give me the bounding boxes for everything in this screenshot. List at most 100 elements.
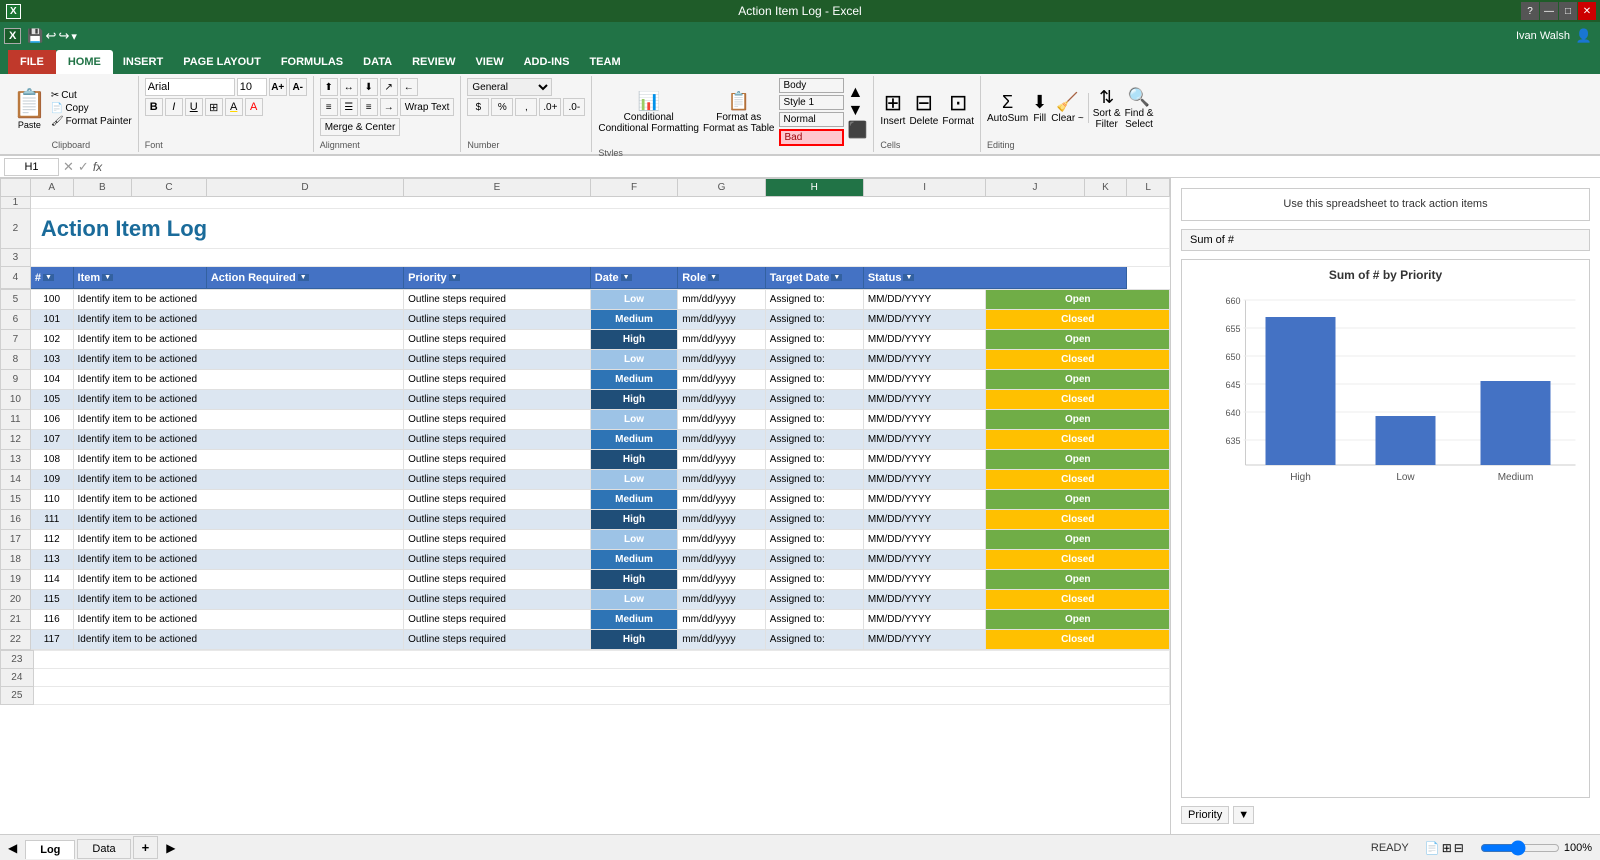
cell-date[interactable]: mm/dd/yyyy <box>678 570 765 590</box>
cell-date[interactable]: mm/dd/yyyy <box>678 350 765 370</box>
tab-addins[interactable]: ADD-INS <box>514 50 580 74</box>
cell-num[interactable]: 108 <box>30 450 73 470</box>
cell-item[interactable]: Identify item to be actioned <box>73 410 404 430</box>
bad-style[interactable]: Bad <box>779 129 844 146</box>
find-select-btn[interactable]: 🔍 Find & Select <box>1125 87 1154 130</box>
cell-item[interactable]: Identify item to be actioned <box>73 470 404 490</box>
cell-priority[interactable]: High <box>590 450 677 470</box>
zoom-slider[interactable] <box>1480 843 1560 853</box>
priority-dropdown-icon[interactable]: ▼ <box>1233 806 1254 824</box>
undo-icon[interactable]: ↩ <box>46 28 57 44</box>
restore-btn[interactable]: □ <box>1559 2 1577 20</box>
cell-num[interactable]: 104 <box>30 370 73 390</box>
col-header-l[interactable]: L <box>1127 179 1170 197</box>
cell-date[interactable]: mm/dd/yyyy <box>678 330 765 350</box>
cell-target-date[interactable]: MM/DD/YYYY <box>863 350 986 370</box>
cell-role[interactable]: Assigned to: <box>765 490 863 510</box>
cell-priority[interactable]: High <box>590 510 677 530</box>
cell-priority[interactable]: Medium <box>590 490 677 510</box>
merge-center-btn[interactable]: Merge & Center <box>320 118 401 136</box>
cell-date[interactable]: mm/dd/yyyy <box>678 290 765 310</box>
cell-target-date[interactable]: MM/DD/YYYY <box>863 330 986 350</box>
cell-action[interactable]: Outline steps required <box>404 590 591 610</box>
paste-button[interactable]: 📋 Paste <box>10 85 49 132</box>
cell-role[interactable]: Assigned to: <box>765 610 863 630</box>
cell-action[interactable]: Outline steps required <box>404 630 591 650</box>
font-increase-btn[interactable]: A+ <box>269 78 287 96</box>
cell-status[interactable]: Closed <box>986 390 1170 410</box>
cell-role[interactable]: Assigned to: <box>765 450 863 470</box>
cell-status[interactable]: Open <box>986 610 1170 630</box>
conditional-formatting-btn[interactable]: 📊 Conditional Conditional Formatting <box>598 91 699 134</box>
tab-review[interactable]: REVIEW <box>402 50 465 74</box>
cell-item[interactable]: Identify item to be actioned <box>73 390 404 410</box>
cell-date[interactable]: mm/dd/yyyy <box>678 450 765 470</box>
orient-btn[interactable]: ↗ <box>380 78 398 96</box>
cell-num[interactable]: 106 <box>30 410 73 430</box>
cell-date[interactable]: mm/dd/yyyy <box>678 310 765 330</box>
minimize-btn[interactable]: — <box>1540 2 1558 20</box>
col-header-b[interactable]: B <box>73 179 132 197</box>
cell-action[interactable]: Outline steps required <box>404 450 591 470</box>
body-style[interactable]: Body <box>779 78 844 93</box>
nav-right-btn[interactable]: ▶ <box>166 841 175 855</box>
cell-priority[interactable]: Medium <box>590 370 677 390</box>
cell-priority[interactable]: Low <box>590 350 677 370</box>
add-sheet-btn[interactable]: + <box>133 836 159 859</box>
outdent-btn[interactable]: → <box>380 98 398 116</box>
cell-num[interactable]: 113 <box>30 550 73 570</box>
cell-target-date[interactable]: MM/DD/YYYY <box>863 530 986 550</box>
cell-priority[interactable]: High <box>590 330 677 350</box>
cell-role[interactable]: Assigned to: <box>765 330 863 350</box>
col-header-e[interactable]: E <box>404 179 591 197</box>
cell-role[interactable]: Assigned to: <box>765 550 863 570</box>
currency-btn[interactable]: $ <box>467 98 489 116</box>
cell-status[interactable]: Closed <box>986 510 1170 530</box>
col-header-d[interactable]: D <box>206 179 403 197</box>
col-header-k[interactable]: K <box>1084 179 1127 197</box>
cell-date[interactable]: mm/dd/yyyy <box>678 490 765 510</box>
align-bottom-btn[interactable]: ⬇ <box>360 78 378 96</box>
cell-target-date[interactable]: MM/DD/YYYY <box>863 610 986 630</box>
cell-priority[interactable]: Low <box>590 590 677 610</box>
cell-status[interactable]: Open <box>986 570 1170 590</box>
cell-target-date[interactable]: MM/DD/YYYY <box>863 430 986 450</box>
header-role[interactable]: Role ▼ <box>678 267 765 289</box>
bold-btn[interactable]: B <box>145 98 163 116</box>
cut-button[interactable]: ✂Cut <box>51 90 132 101</box>
col-header-i[interactable]: I <box>863 179 986 197</box>
decrease-decimal-btn[interactable]: .0- <box>563 98 585 116</box>
indent-btn[interactable]: ← <box>400 78 418 96</box>
cell-num[interactable]: 116 <box>30 610 73 630</box>
cell-status[interactable]: Open <box>986 410 1170 430</box>
cell-action[interactable]: Outline steps required <box>404 470 591 490</box>
cell-item[interactable]: Identify item to be actioned <box>73 510 404 530</box>
font-decrease-btn[interactable]: A- <box>289 78 307 96</box>
cell-role[interactable]: Assigned to: <box>765 350 863 370</box>
sheet-view-btn[interactable]: 📄 <box>1425 841 1440 855</box>
fill-btn[interactable]: ⬇ Fill <box>1032 92 1047 124</box>
cell-priority[interactable]: Low <box>590 470 677 490</box>
cell-item[interactable]: Identify item to be actioned <box>73 330 404 350</box>
cell-priority[interactable]: Medium <box>590 610 677 630</box>
cell-status[interactable]: Closed <box>986 630 1170 650</box>
col-header-h[interactable]: H <box>765 179 863 197</box>
cell-item[interactable]: Identify item to be actioned <box>73 570 404 590</box>
customize-icon[interactable]: ▾ <box>71 30 77 43</box>
cell-date[interactable]: mm/dd/yyyy <box>678 410 765 430</box>
cell-action[interactable]: Outline steps required <box>404 550 591 570</box>
delete-btn[interactable]: ⊟ Delete <box>909 90 938 127</box>
tab-page-layout[interactable]: PAGE LAYOUT <box>173 50 271 74</box>
cell-status[interactable]: Closed <box>986 350 1170 370</box>
border-btn[interactable]: ⊞ <box>205 98 223 116</box>
cell-date[interactable]: mm/dd/yyyy <box>678 510 765 530</box>
underline-btn[interactable]: U <box>185 98 203 116</box>
italic-btn[interactable]: I <box>165 98 183 116</box>
cell-num[interactable]: 114 <box>30 570 73 590</box>
align-middle-btn[interactable]: ↔ <box>340 78 358 96</box>
cell-target-date[interactable]: MM/DD/YYYY <box>863 390 986 410</box>
styles-scroll-up[interactable]: ▲ <box>848 84 868 102</box>
cell-status[interactable]: Open <box>986 490 1170 510</box>
cell-target-date[interactable]: MM/DD/YYYY <box>863 370 986 390</box>
cell-date[interactable]: mm/dd/yyyy <box>678 430 765 450</box>
